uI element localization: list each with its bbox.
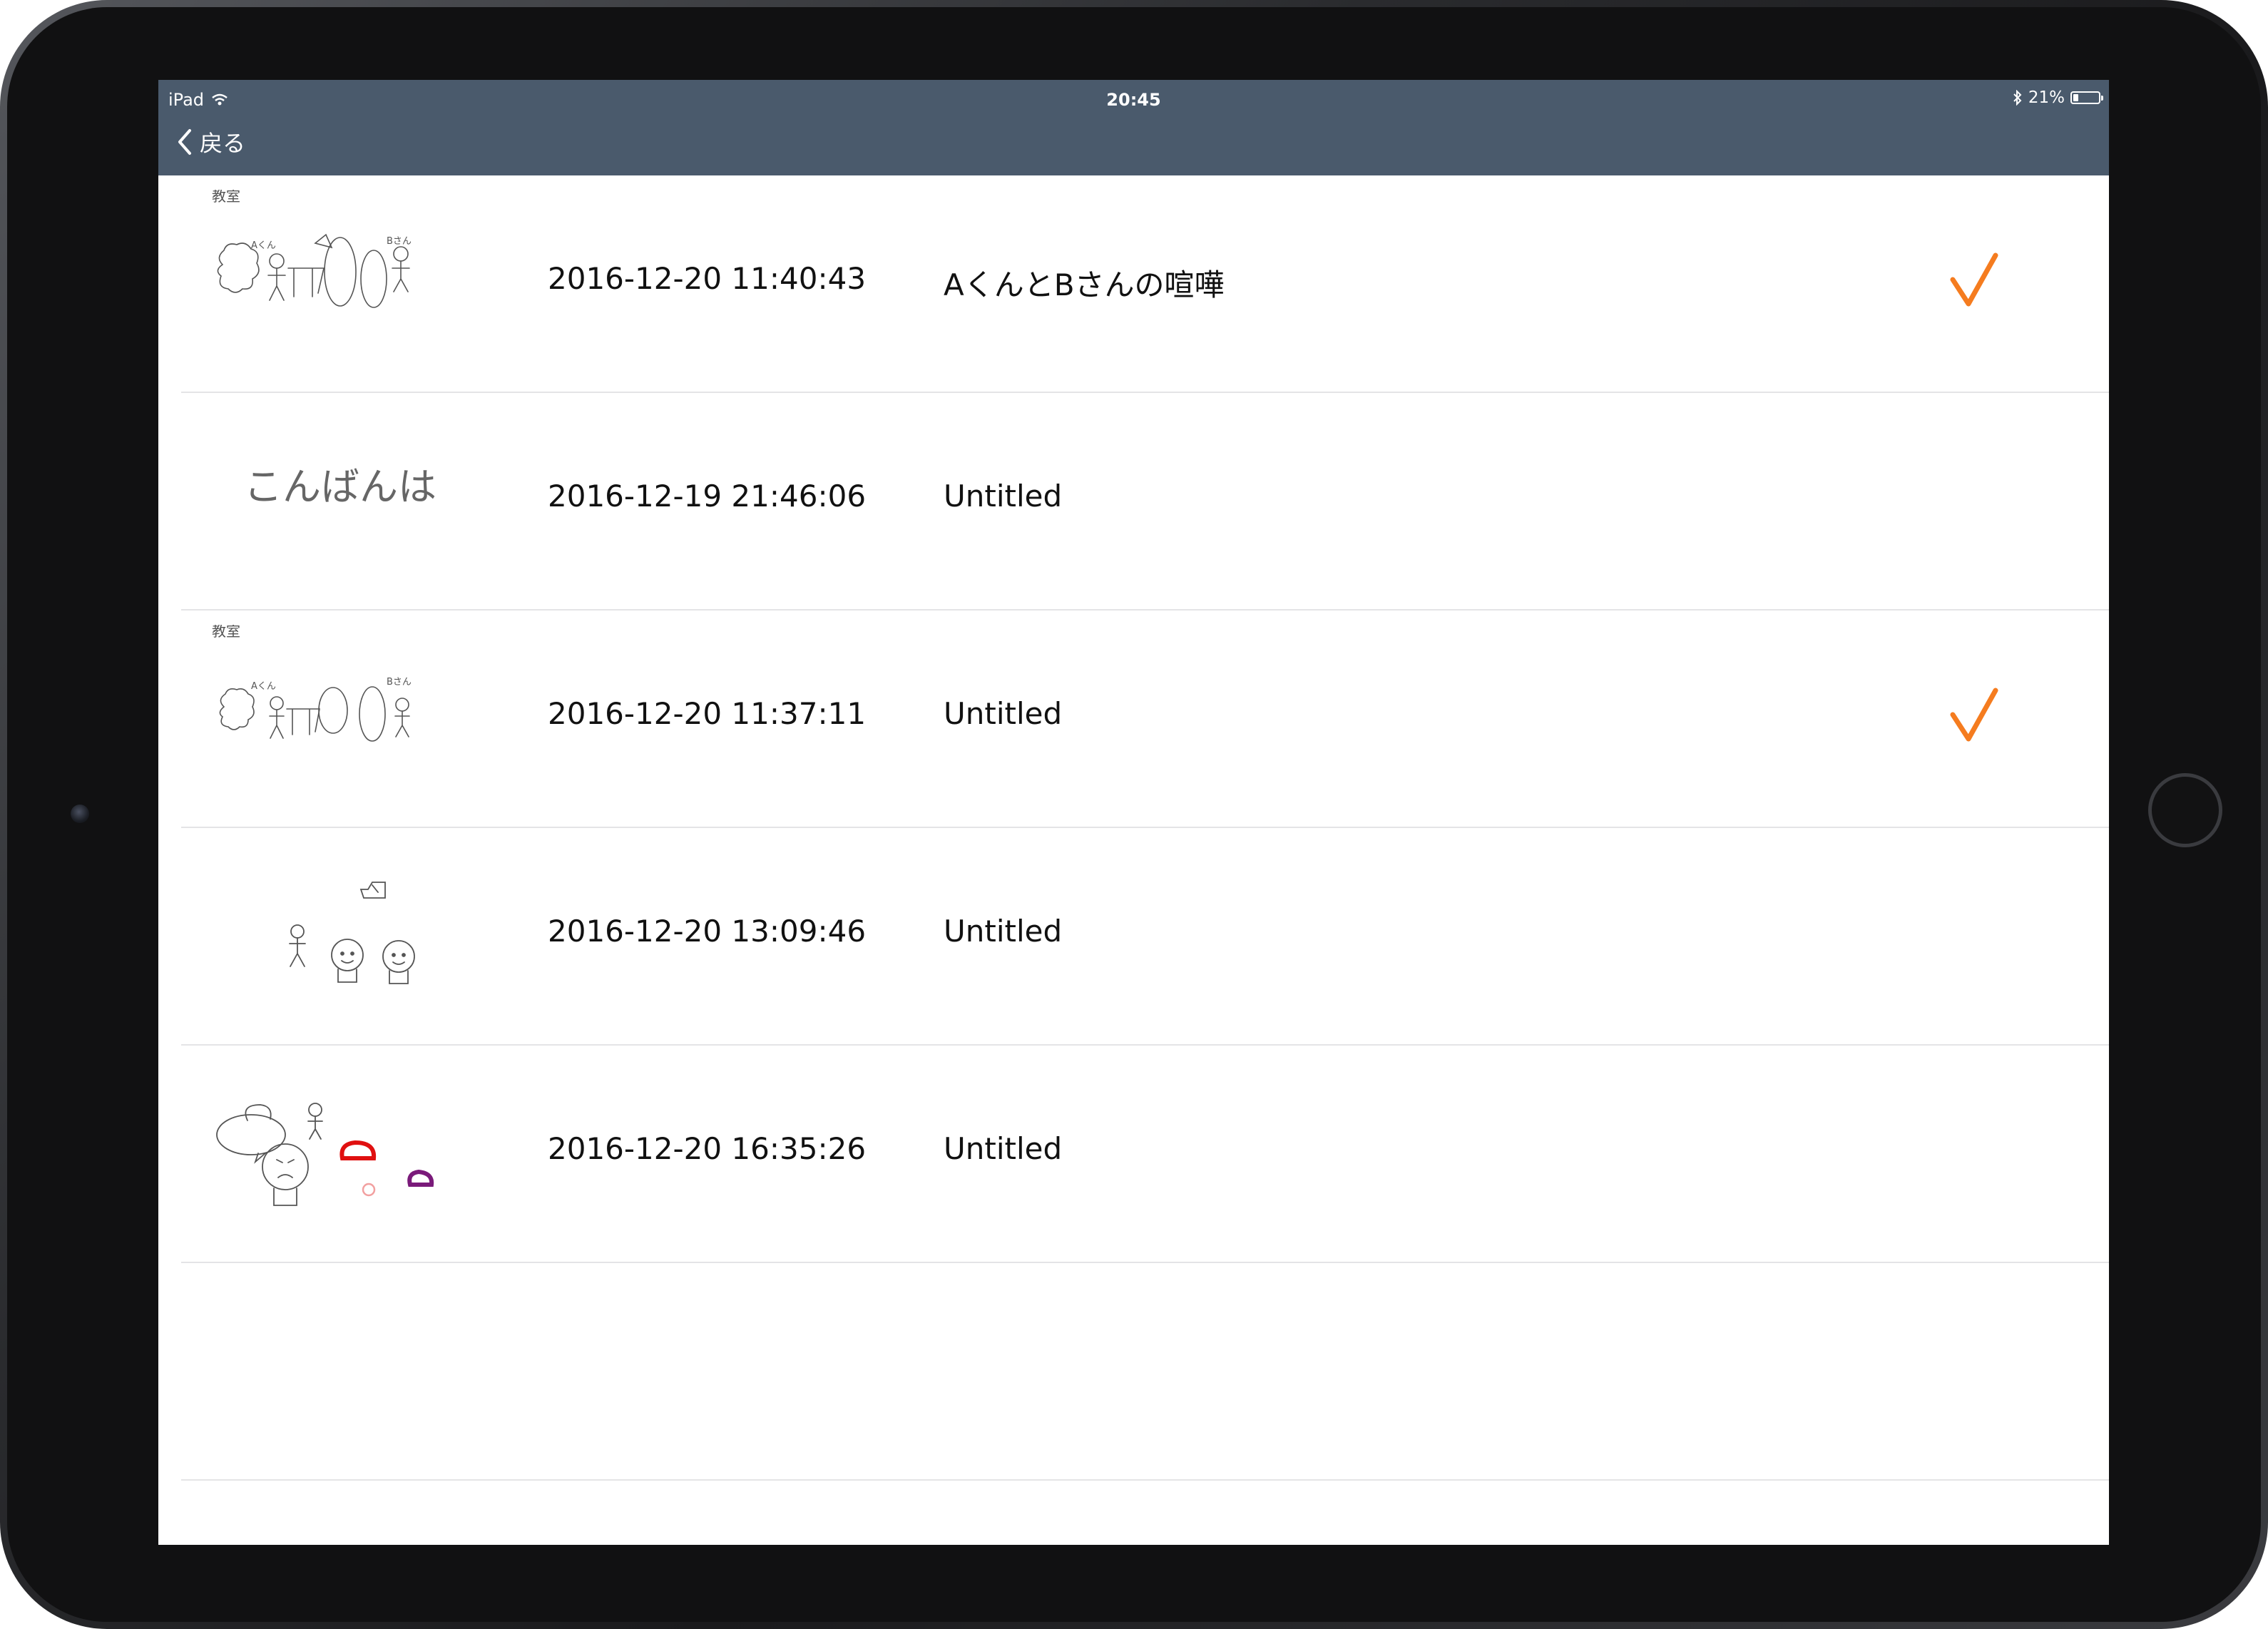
list-item[interactable]: こんばんは 2016-12-19 21:46:06 Untitled [158, 393, 2109, 611]
thumb-label: 教室 [212, 190, 240, 205]
front-camera [71, 805, 89, 823]
thumb-label: 教室 [212, 625, 240, 640]
drawing-title: Untitled [944, 479, 1063, 514]
thumb-label: Bさん [387, 236, 412, 247]
drawing-thumbnail: 教室 Aくん Bさん [212, 190, 412, 308]
checkmark-icon [1950, 252, 1998, 307]
navigation-bar: iPad 20:45 21% 戻る [158, 80, 2109, 175]
drawing-thumbnail: 教室 Aくん Bさん [212, 625, 412, 742]
screen: iPad 20:45 21% 戻る 教室 Aくん Bさん 2016-12-20 … [158, 80, 2109, 1545]
drawing-list: 教室 Aくん Bさん 2016-12-20 11:40:43 AくんとBさんの喧… [158, 175, 2109, 1481]
status-time: 20:45 [1106, 90, 1161, 110]
drawing-thumbnail: こんばんは [244, 464, 436, 509]
drawing-thumbnail [216, 1103, 434, 1206]
drawing-date: 2016-12-19 21:46:06 [548, 479, 867, 514]
list-item[interactable]: 教室 Aくん Bさん 2016-12-20 11:37:11 Untitled [158, 611, 2109, 828]
empty-list-row [158, 1263, 2109, 1481]
drawing-title: Untitled [944, 914, 1063, 949]
drawing-date: 2016-12-20 11:40:43 [548, 261, 867, 296]
back-button[interactable]: 戻る [177, 126, 245, 158]
drawing-title: Untitled [944, 696, 1063, 731]
battery-level [2073, 94, 2079, 101]
back-label: 戻る [200, 130, 246, 157]
drawing-title: Untitled [944, 1131, 1063, 1166]
thumb-label: Aくん [251, 681, 276, 692]
home-button[interactable] [2148, 773, 2222, 847]
battery-icon [2070, 91, 2103, 104]
list-item[interactable]: 2016-12-20 16:35:26 Untitled [158, 1046, 2109, 1263]
thumb-label: Bさん [387, 677, 412, 688]
drawing-thumbnail [289, 882, 415, 984]
drawing-title: AくんとBさんの喧嘩 [944, 267, 1225, 302]
status-right: 21% [2013, 88, 2103, 107]
drawing-date: 2016-12-20 16:35:26 [548, 1131, 867, 1166]
ipad-frame: iPad 20:45 21% 戻る 教室 Aくん Bさん 2016-12-20 … [0, 0, 2268, 1629]
list-item[interactable]: 2016-12-20 13:09:46 Untitled [158, 828, 2109, 1046]
drawing-date: 2016-12-20 13:09:46 [548, 914, 867, 949]
thumb-label: こんばんは [244, 464, 436, 509]
checkmark-icon [1950, 688, 1998, 742]
battery-percent: 21% [2028, 88, 2065, 107]
thumb-label: Aくん [251, 240, 276, 251]
drawing-date: 2016-12-20 11:37:11 [548, 696, 867, 731]
bluetooth-icon [2013, 90, 2022, 106]
chevron-left-icon [178, 129, 191, 155]
list-item[interactable]: 教室 Aくん Bさん 2016-12-20 11:40:43 AくんとBさんの喧… [158, 175, 2109, 393]
